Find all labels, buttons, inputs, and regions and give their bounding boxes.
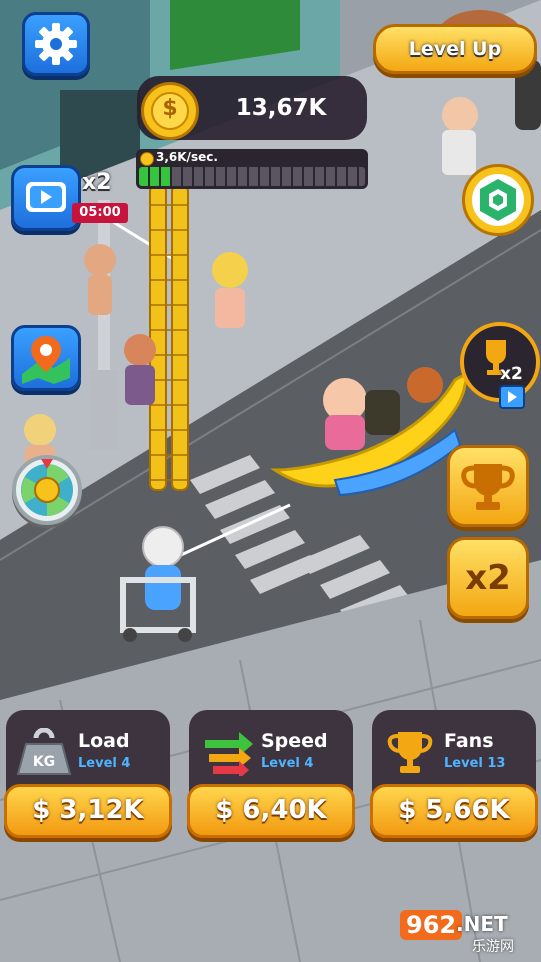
double-coins-button[interactable]: x2 bbox=[447, 537, 529, 619]
upgrade-card-speed: Speed Level 4 $ 6,40K bbox=[187, 710, 355, 838]
video-icon bbox=[26, 182, 66, 212]
watermark-subtitle: 乐游网 bbox=[472, 939, 514, 955]
level-up-button[interactable]: Level Up bbox=[373, 24, 537, 74]
trophy-icon bbox=[387, 732, 433, 773]
upgrade-level-speed: Level 4 bbox=[261, 756, 314, 771]
spin-wheel-button[interactable] bbox=[12, 455, 82, 525]
watermark-domain: .NET bbox=[456, 912, 508, 936]
upgrade-level-load: Level 4 bbox=[78, 756, 131, 771]
arrows-icon bbox=[205, 732, 253, 776]
hexagon-gem-icon bbox=[472, 174, 524, 226]
boost-timer: 05:00 bbox=[72, 203, 128, 223]
watermark-brand: 962 bbox=[400, 910, 463, 940]
banana-boat bbox=[270, 367, 468, 497]
upgrade-card-fans: Fans Level 13 $ 5,66K bbox=[370, 710, 538, 838]
upgrade-title-load: Load bbox=[78, 730, 130, 752]
coin-amount: 13,67K bbox=[235, 95, 327, 121]
gem-shop-button[interactable] bbox=[462, 164, 534, 236]
upgrade-level-fans: Level 13 bbox=[444, 756, 506, 771]
trophy-button[interactable] bbox=[447, 445, 529, 527]
walker-character bbox=[120, 526, 196, 642]
watermark-logo: 962 .NET 乐游网 bbox=[400, 910, 536, 956]
trophy-icon bbox=[461, 464, 515, 510]
income-progress-bar bbox=[139, 167, 365, 186]
level-up-label: Level Up bbox=[408, 38, 502, 60]
double-coins-label: x2 bbox=[465, 558, 511, 598]
boost-multiplier: x2 bbox=[82, 170, 112, 195]
upgrade-fans-button[interactable]: $ 5,66K bbox=[370, 784, 538, 838]
upgrade-title-fans: Fans bbox=[444, 730, 494, 752]
small-coin-icon bbox=[140, 152, 154, 166]
coin-counter: $ 13,67K bbox=[137, 76, 367, 140]
gear-icon bbox=[35, 23, 77, 65]
upgrade-title-speed: Speed bbox=[261, 730, 328, 752]
map-button[interactable] bbox=[11, 325, 81, 391]
settings-button[interactable] bbox=[22, 12, 90, 76]
coin-icon: $ bbox=[141, 82, 199, 140]
upgrade-card-load: KG Load Level 4 $ 3,12K bbox=[4, 710, 172, 838]
income-rate-panel: 3,6K/sec. bbox=[136, 149, 368, 189]
fans-boost-video-icon bbox=[499, 385, 525, 409]
upgrade-speed-button[interactable]: $ 6,40K bbox=[187, 784, 355, 838]
upgrade-load-button[interactable]: $ 3,12K bbox=[4, 784, 172, 838]
video-boost-button[interactable] bbox=[11, 165, 81, 231]
wheel-icon bbox=[21, 459, 73, 516]
weight-icon: KG bbox=[16, 728, 72, 775]
income-rate-text: 3,6K/sec. bbox=[156, 150, 218, 164]
map-pin-icon bbox=[22, 336, 70, 384]
svg-text:KG: KG bbox=[33, 754, 55, 770]
fans-boost-label: x2 bbox=[500, 364, 523, 384]
